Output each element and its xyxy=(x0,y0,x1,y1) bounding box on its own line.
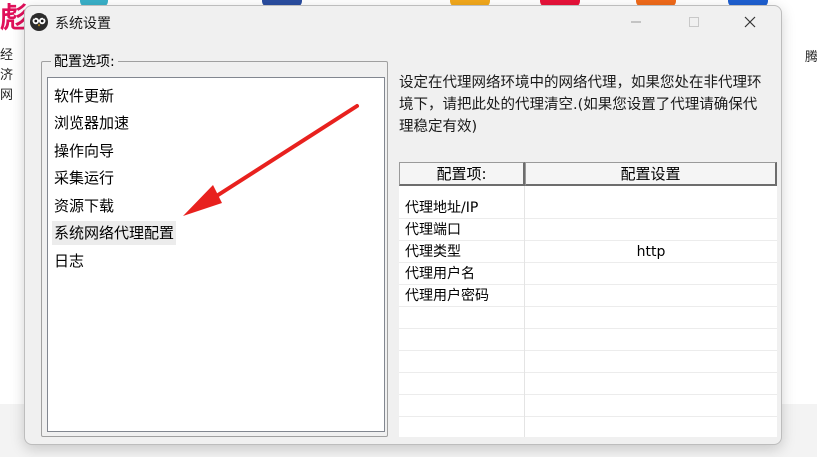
background-logo: 彪 xyxy=(0,1,29,34)
list-item-network-proxy-config[interactable]: 系统网络代理配置 xyxy=(52,221,177,245)
minimize-button[interactable] xyxy=(613,6,659,38)
settings-dialog: 系统设置 配置选项: 软件更新 浏览器加速 操作向导 采集运行 资源下载 系统网… xyxy=(24,5,782,445)
row-value[interactable]: http xyxy=(525,241,777,263)
owl-app-icon xyxy=(30,13,48,31)
table-row-empty xyxy=(399,329,777,351)
table-row-empty xyxy=(399,351,777,373)
row-name: 代理类型 xyxy=(405,244,461,260)
options-group-label: 配置选项: xyxy=(51,51,118,71)
table-row-empty xyxy=(399,307,777,329)
column-divider xyxy=(524,186,525,437)
background-left-text-line: 网 xyxy=(0,88,14,103)
list-item-browser-acceleration[interactable]: 浏览器加速 xyxy=(52,111,131,135)
table-row[interactable]: 代理用户密码 xyxy=(399,285,777,307)
background-left-text-line: 经济 xyxy=(0,48,14,83)
table-row[interactable]: 代理用户名 xyxy=(399,263,777,285)
list-item-log[interactable]: 日志 xyxy=(52,249,86,273)
list-item-software-update[interactable]: 软件更新 xyxy=(52,84,116,108)
options-list[interactable]: 软件更新 浏览器加速 操作向导 采集运行 资源下载 系统网络代理配置 日志 xyxy=(47,77,385,432)
table-row-empty xyxy=(399,373,777,395)
table-row[interactable]: 代理地址/IP xyxy=(399,197,777,219)
row-name: 代理地址/IP xyxy=(405,200,479,216)
column-header-item[interactable]: 配置项: xyxy=(399,162,525,186)
maximize-icon xyxy=(689,17,699,27)
row-name: 代理用户名 xyxy=(405,266,475,282)
title-bar[interactable]: 系统设置 xyxy=(25,6,781,38)
row-name: 代理用户密码 xyxy=(405,288,489,304)
minimize-icon xyxy=(631,21,641,23)
window-title: 系统设置 xyxy=(55,16,111,32)
list-item-resource-download[interactable]: 资源下载 xyxy=(52,194,116,218)
column-header-setting[interactable]: 配置设置 xyxy=(525,162,777,186)
close-icon xyxy=(744,16,756,28)
table-row[interactable]: 代理端口 xyxy=(399,219,777,241)
list-item-collection-run[interactable]: 采集运行 xyxy=(52,166,116,190)
proxy-description: 设定在代理网络环境中的网络代理，如果您处在非代理环境下，请把此处的代理清空.(如… xyxy=(399,75,762,135)
proxy-settings-grid[interactable]: 配置项: 配置设置 代理地址/IP 代理端口 代理类型 http 代理用户名 代… xyxy=(399,162,777,437)
maximize-button[interactable] xyxy=(671,6,717,38)
background-right-text: 腾 xyxy=(805,50,817,65)
list-item-operation-guide[interactable]: 操作向导 xyxy=(52,139,116,163)
table-row-empty xyxy=(399,395,777,417)
background-left-text: 经济 网 xyxy=(0,46,24,106)
close-button[interactable] xyxy=(727,6,773,38)
row-name: 代理端口 xyxy=(405,222,461,238)
table-row-empty xyxy=(399,417,777,437)
table-row[interactable]: 代理类型 http xyxy=(399,241,777,263)
